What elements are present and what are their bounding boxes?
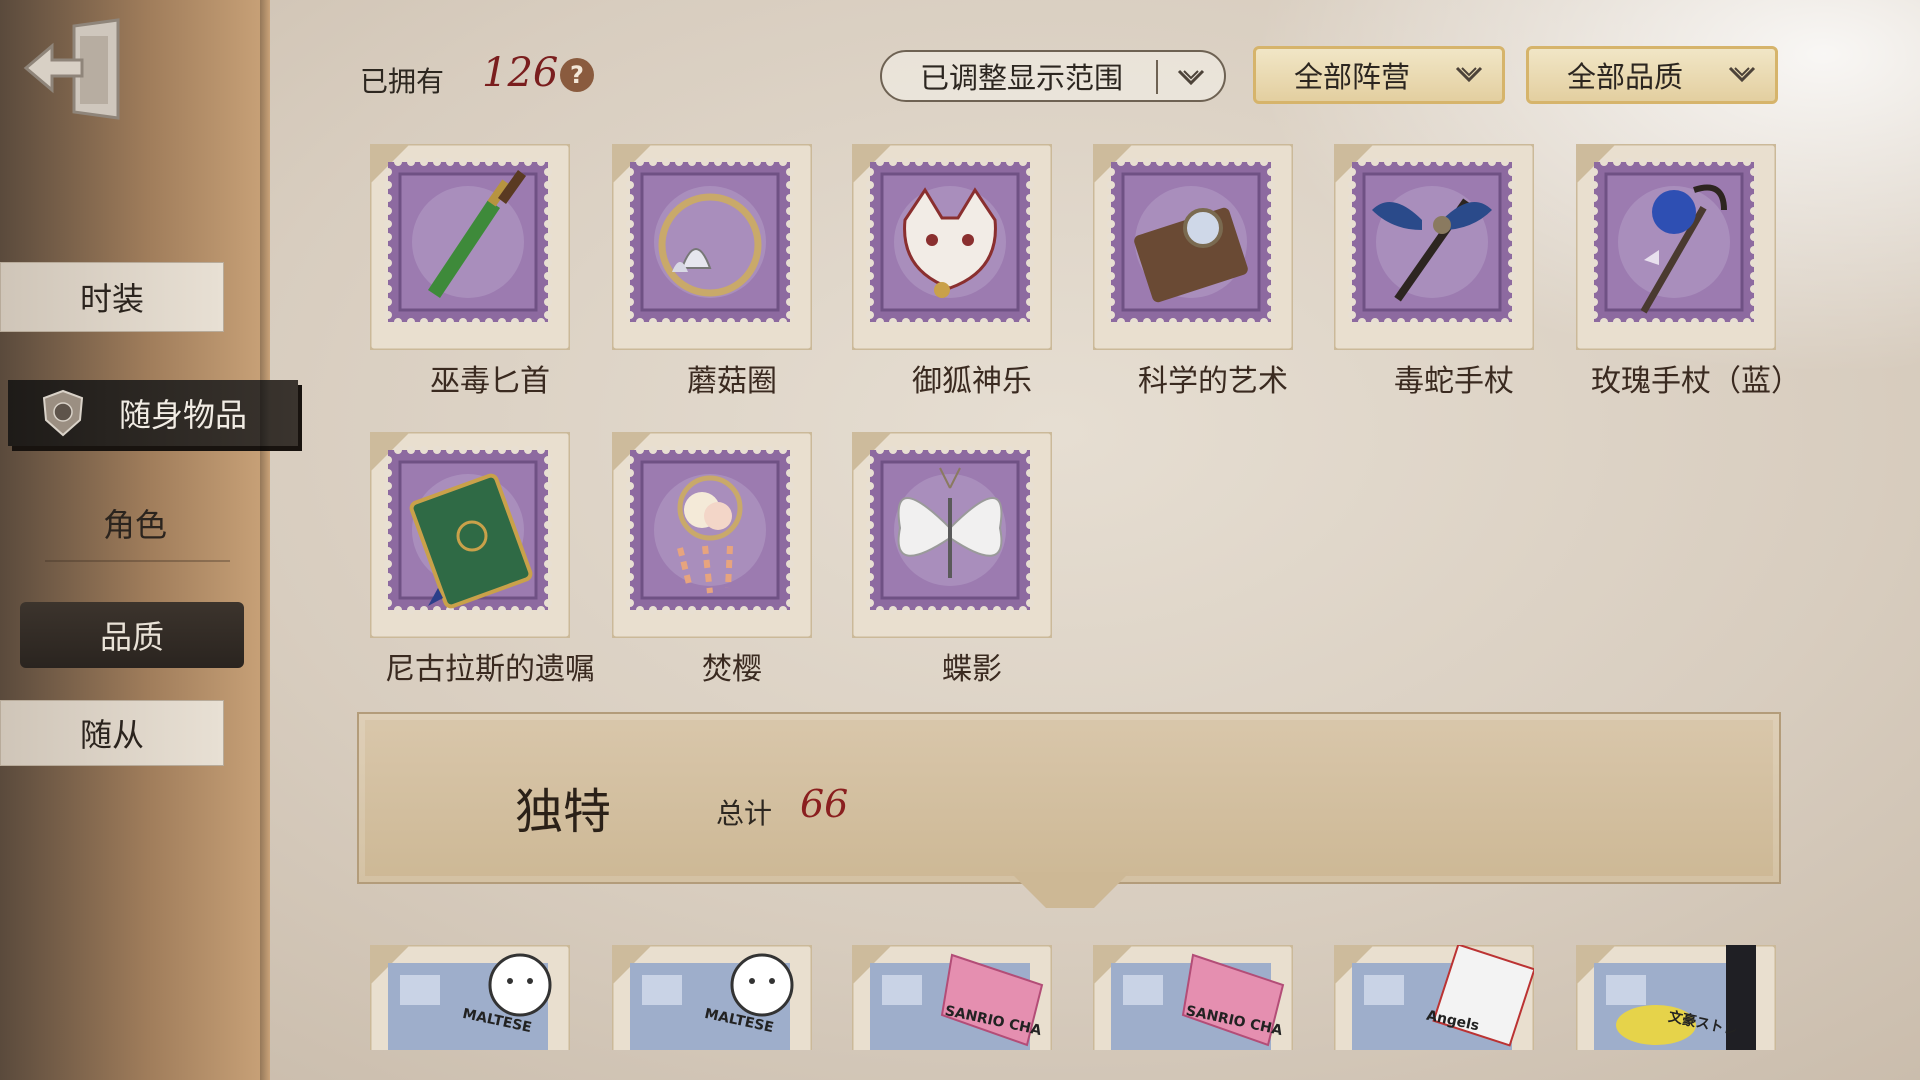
unique-item-card[interactable]: SANRIO CHA bbox=[1093, 945, 1293, 1050]
item-card[interactable]: 蘑菇圈 bbox=[610, 142, 814, 404]
tab-role[interactable]: 角色 bbox=[30, 492, 240, 562]
chevron-down-icon bbox=[1455, 66, 1483, 83]
item-stamp bbox=[610, 142, 814, 352]
chevron-down-icon bbox=[1728, 66, 1756, 83]
bear-card-icon bbox=[370, 945, 570, 1050]
item-stamp bbox=[1574, 142, 1778, 352]
owned-count: 126 bbox=[482, 50, 559, 96]
item-stamp bbox=[850, 142, 1054, 352]
item-card[interactable]: 蝶影 bbox=[850, 430, 1054, 692]
item-name: 焚樱 bbox=[702, 652, 762, 687]
mushroom-ring-icon bbox=[610, 142, 814, 352]
unique-item-card[interactable]: 文豪ストレ bbox=[1576, 945, 1776, 1050]
tab-follower[interactable]: 随从 bbox=[0, 700, 224, 766]
item-stamp bbox=[368, 430, 572, 640]
chevron-down-icon bbox=[1177, 69, 1205, 86]
tab-accessories-label: 随身物品 bbox=[118, 396, 247, 434]
item-name: 蝶影 bbox=[942, 652, 1002, 687]
item-name: 蘑菇圈 bbox=[687, 364, 777, 399]
butterfly-shadow-icon bbox=[850, 430, 1054, 640]
item-card[interactable]: 尼古拉斯的遗嘱 bbox=[368, 430, 595, 692]
quality-dropdown-label: 全部品质 bbox=[1567, 60, 1684, 94]
viper-cane-icon bbox=[1332, 142, 1536, 352]
sakura-charm-icon bbox=[610, 430, 814, 640]
item-card[interactable]: 科学的艺术 bbox=[1091, 142, 1295, 404]
tab-follower-label: 随从 bbox=[79, 716, 144, 754]
unique-item-card[interactable]: MALTESE bbox=[612, 945, 812, 1050]
item-stamp bbox=[1332, 142, 1536, 352]
camp-dropdown-label: 全部阵营 bbox=[1294, 60, 1411, 94]
item-name: 御狐神乐 bbox=[912, 364, 1032, 399]
item-stamp bbox=[368, 142, 572, 352]
green-book-icon bbox=[368, 430, 572, 640]
voodoo-dagger-icon bbox=[368, 142, 572, 352]
help-icon[interactable]: ? bbox=[560, 58, 594, 92]
tab-role-label: 角色 bbox=[102, 506, 167, 544]
item-stamp bbox=[610, 430, 814, 640]
camp-dropdown[interactable]: 全部阵营 bbox=[1253, 46, 1505, 104]
unique-total-count: 66 bbox=[800, 782, 849, 826]
tab-fashion[interactable]: 时装 bbox=[0, 262, 224, 332]
item-card[interactable]: 玫瑰手杖（蓝） bbox=[1574, 142, 1801, 404]
exit-icon[interactable] bbox=[22, 18, 122, 122]
science-art-icon bbox=[1091, 142, 1295, 352]
item-name: 巫毒匕首 bbox=[430, 364, 550, 399]
unique-item-card[interactable]: SANRIO CHA bbox=[852, 945, 1052, 1050]
item-card[interactable]: 巫毒匕首 bbox=[368, 142, 572, 404]
unique-item-card[interactable]: MALTESE bbox=[370, 945, 570, 1050]
item-stamp bbox=[850, 430, 1054, 640]
shield-icon bbox=[42, 389, 84, 437]
tab-quality-label: 品质 bbox=[99, 618, 164, 656]
item-name: 毒蛇手杖 bbox=[1394, 364, 1514, 399]
sidebar: 时装 随身物品 角色 品质 随从 bbox=[0, 0, 298, 1080]
owned-label: 已拥有 bbox=[360, 65, 445, 98]
bungo-card-icon bbox=[1576, 945, 1776, 1050]
blue-rose-cane-icon bbox=[1574, 142, 1778, 352]
tab-accessories[interactable]: 随身物品 bbox=[8, 380, 298, 446]
bear-card-icon bbox=[612, 945, 812, 1050]
tab-quality[interactable]: 品质 bbox=[20, 602, 244, 668]
tab-fashion-label: 时装 bbox=[79, 280, 144, 318]
item-card[interactable]: 毒蛇手杖 bbox=[1332, 142, 1536, 404]
quality-dropdown[interactable]: 全部品质 bbox=[1526, 46, 1778, 104]
display-range-dropdown[interactable]: 已调整显示范围 bbox=[880, 50, 1226, 102]
item-name: 玫瑰手杖（蓝） bbox=[1591, 364, 1801, 399]
unique-section-title: 独特 bbox=[515, 784, 612, 840]
dropdown-divider bbox=[1156, 60, 1158, 94]
item-name: 科学的艺术 bbox=[1138, 364, 1288, 399]
display-range-label: 已调整显示范围 bbox=[920, 61, 1124, 95]
fox-mask-icon bbox=[850, 142, 1054, 352]
item-stamp bbox=[1091, 142, 1295, 352]
unique-item-card[interactable]: Angels bbox=[1334, 945, 1534, 1050]
item-card[interactable]: 焚樱 bbox=[610, 430, 814, 692]
angels-card-icon bbox=[1334, 945, 1534, 1050]
item-card[interactable]: 御狐神乐 bbox=[850, 142, 1054, 404]
item-name: 尼古拉斯的遗嘱 bbox=[385, 652, 595, 687]
unique-total-label: 总计 bbox=[716, 797, 773, 830]
